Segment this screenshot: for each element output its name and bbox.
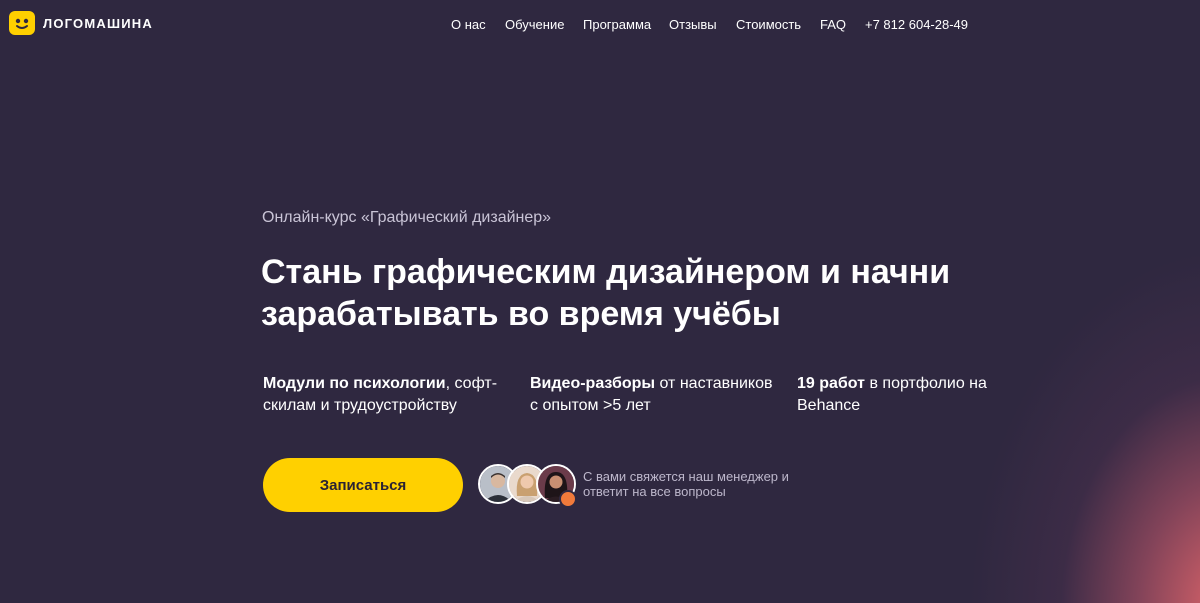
feature-psychology: Модули по психологии, софт-скилам и труд… — [263, 373, 513, 417]
manager-note: С вами свяжется наш менеджер и ответит н… — [583, 469, 789, 499]
nav-item-training[interactable]: Обучение — [505, 17, 564, 32]
logo-link[interactable]: ЛОГОМАШИНА — [9, 11, 153, 35]
feature-bold: 19 работ — [797, 375, 866, 392]
nav-item-price[interactable]: Стоимость — [736, 17, 801, 32]
nav-item-phone[interactable]: +7 812 604-28-49 — [865, 17, 968, 32]
brand-name: ЛОГОМАШИНА — [43, 15, 153, 31]
nav-item-program[interactable]: Программа — [583, 17, 651, 32]
nav-item-faq[interactable]: FAQ — [820, 17, 846, 32]
site-header: ЛОГОМАШИНА О нас Обучение Программа Отзы… — [0, 0, 1200, 48]
online-status-icon — [559, 490, 577, 508]
signup-button[interactable]: Записаться — [263, 458, 463, 512]
feature-bold: Модули по психологии — [263, 375, 446, 392]
feature-video-reviews: Видео-разборы от наставников с опытом >5… — [530, 373, 780, 417]
hero-title: Стань графическим дизайнером и начни зар… — [261, 253, 951, 333]
manager-avatars — [478, 464, 578, 508]
feature-bold: Видео-разборы — [530, 375, 656, 392]
nav-item-about[interactable]: О нас — [451, 17, 486, 32]
course-subtitle: Онлайн-курс «Графический дизайнер» — [262, 209, 552, 226]
smiley-icon — [9, 11, 35, 35]
feature-portfolio: 19 работ в портфолио на Behance — [797, 373, 997, 417]
nav-item-reviews[interactable]: Отзывы — [669, 17, 717, 32]
